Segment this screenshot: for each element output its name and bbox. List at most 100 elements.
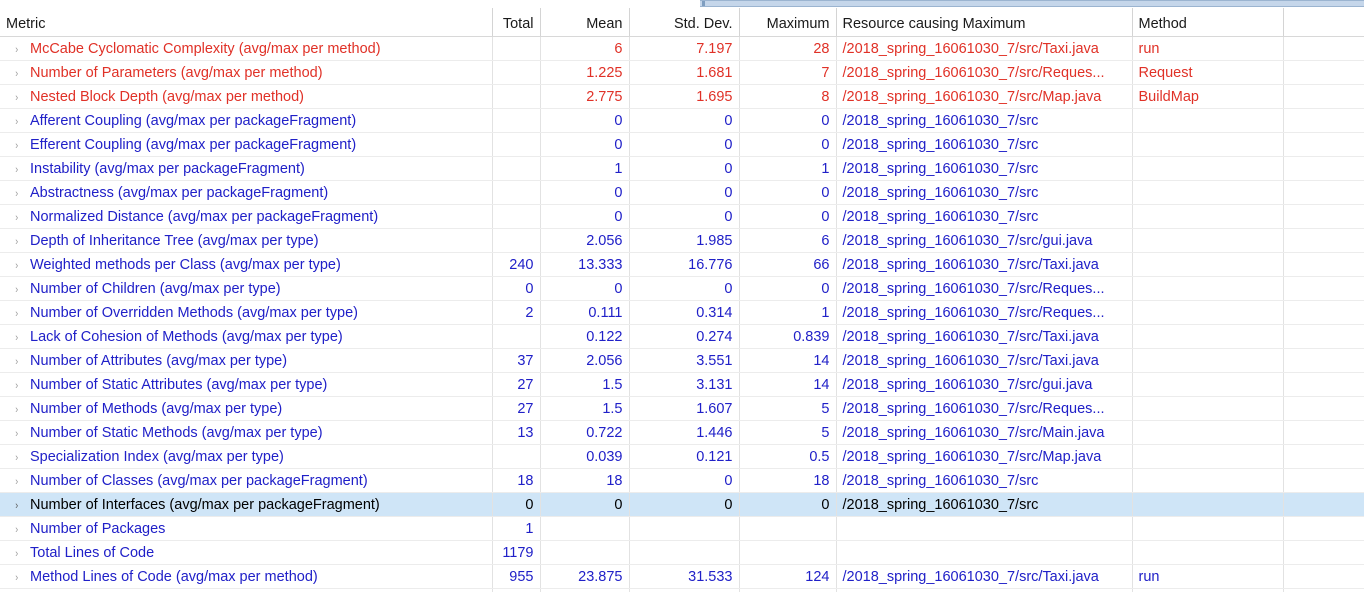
table-row[interactable]: › Number of Static Methods (avg/max per t… <box>0 420 1364 445</box>
cell-method <box>1132 492 1284 517</box>
chevron-right-icon[interactable]: › <box>15 452 25 464</box>
scrollbar-thumb[interactable] <box>702 1 705 6</box>
metric-label: Depth of Inheritance Tree (avg/max per t… <box>30 232 319 249</box>
cell-metric[interactable]: › Afferent Coupling (avg/max per packageF… <box>0 108 493 133</box>
cell-metric[interactable]: › Efferent Coupling (avg/max per packageF… <box>0 132 493 157</box>
cell-metric[interactable]: › Total Lines of Code <box>0 540 493 565</box>
cell-std-dev: 1.695 <box>629 84 740 109</box>
column-header-metric[interactable]: Metric <box>0 8 493 37</box>
chevron-right-icon[interactable]: › <box>15 524 25 536</box>
cell-metric[interactable]: › Number of Methods (avg/max per type) <box>0 396 493 421</box>
table-row[interactable]: › Number of Interfaces (avg/max per packa… <box>0 492 1364 517</box>
table-row[interactable]: › McCabe Cyclomatic Complexity (avg/max p… <box>0 36 1364 61</box>
chevron-right-icon[interactable]: › <box>15 44 25 56</box>
chevron-right-icon[interactable]: › <box>15 92 25 104</box>
table-row[interactable]: › Method Lines of Code (avg/max per metho… <box>0 564 1364 589</box>
table-row[interactable]: › Total Lines of Code 1179 <box>0 540 1364 565</box>
cell-metric[interactable]: › Instability (avg/max per packageFragmen… <box>0 156 493 181</box>
table-row[interactable]: › Depth of Inheritance Tree (avg/max per … <box>0 228 1364 253</box>
cell-maximum: 1 <box>739 300 837 325</box>
metric-label: Number of Packages <box>30 520 166 537</box>
cell-total: 27 <box>492 396 541 421</box>
chevron-right-icon[interactable]: › <box>15 428 25 440</box>
table-row[interactable]: › Efferent Coupling (avg/max per packageF… <box>0 132 1364 157</box>
column-header-maximum[interactable]: Maximum <box>739 8 837 37</box>
cell-metric[interactable]: › Specialization Index (avg/max per type) <box>0 444 493 469</box>
cell-resource: /2018_spring_16061030_7/src/Reques... <box>836 276 1133 301</box>
chevron-right-icon[interactable]: › <box>15 284 25 296</box>
cell-total: 240 <box>492 252 541 277</box>
cell-std-dev: 0 <box>629 276 740 301</box>
cell-metric[interactable]: › Number of Attributes (avg/max per type) <box>0 348 493 373</box>
cell-metric[interactable]: › Number of Static Methods (avg/max per t… <box>0 420 493 445</box>
table-row[interactable]: › Number of Classes (avg/max per packageF… <box>0 468 1364 493</box>
table-row[interactable]: › Number of Methods (avg/max per type) 27 1… <box>0 396 1364 421</box>
cell-metric[interactable]: › McCabe Cyclomatic Complexity (avg/max p… <box>0 36 493 61</box>
chevron-right-icon[interactable]: › <box>15 380 25 392</box>
cell-std-dev: 0 <box>629 156 740 181</box>
cell-empty <box>1132 588 1284 592</box>
cell-metric[interactable]: › Depth of Inheritance Tree (avg/max per … <box>0 228 493 253</box>
cell-metric[interactable]: › Number of Interfaces (avg/max per packa… <box>0 492 493 517</box>
table-row[interactable]: › Number of Parameters (avg/max per metho… <box>0 60 1364 85</box>
cell-resource: /2018_spring_16061030_7/src/Map.java <box>836 444 1133 469</box>
cell-metric[interactable]: › Number of Children (avg/max per type) <box>0 276 493 301</box>
cell-metric[interactable]: › Number of Overridden Methods (avg/max p… <box>0 300 493 325</box>
column-header-method[interactable]: Method <box>1132 8 1284 37</box>
table-body: › McCabe Cyclomatic Complexity (avg/max p… <box>0 36 1364 592</box>
cell-metric[interactable]: › Abstractness (avg/max per packageFragme… <box>0 180 493 205</box>
table-row[interactable]: › Nested Block Depth (avg/max per method)… <box>0 84 1364 109</box>
chevron-right-icon[interactable]: › <box>15 260 25 272</box>
table-row[interactable]: › Number of Attributes (avg/max per type)… <box>0 348 1364 373</box>
metric-label: Number of Classes (avg/max per packageFr… <box>30 472 368 489</box>
table-row[interactable]: › Number of Static Attributes (avg/max pe… <box>0 372 1364 397</box>
cell-total: 2 <box>492 300 541 325</box>
chevron-right-icon[interactable]: › <box>15 164 25 176</box>
table-row[interactable]: › Specialization Index (avg/max per type)… <box>0 444 1364 469</box>
cell-metric[interactable]: › Number of Static Attributes (avg/max pe… <box>0 372 493 397</box>
table-row[interactable]: › Abstractness (avg/max per packageFragme… <box>0 180 1364 205</box>
chevron-right-icon[interactable]: › <box>15 116 25 128</box>
table-row[interactable]: › Instability (avg/max per packageFragmen… <box>0 156 1364 181</box>
cell-total <box>492 204 541 229</box>
table-row[interactable]: › Number of Packages 1 <box>0 516 1364 541</box>
column-header-mean[interactable]: Mean <box>540 8 630 37</box>
chevron-right-icon[interactable]: › <box>15 476 25 488</box>
chevron-right-icon[interactable]: › <box>15 548 25 560</box>
table-row[interactable]: › Normalized Distance (avg/max per packag… <box>0 204 1364 229</box>
chevron-right-icon[interactable]: › <box>15 68 25 80</box>
cell-metric[interactable]: › Nested Block Depth (avg/max per method) <box>0 84 493 109</box>
table-row[interactable]: › Lack of Cohesion of Methods (avg/max pe… <box>0 324 1364 349</box>
chevron-right-icon[interactable]: › <box>15 404 25 416</box>
cell-mean: 0.722 <box>540 420 630 445</box>
chevron-right-icon[interactable]: › <box>15 236 25 248</box>
table-row[interactable]: › Weighted methods per Class (avg/max per… <box>0 252 1364 277</box>
horizontal-scrollbar[interactable] <box>700 0 1364 7</box>
cell-method <box>1132 252 1284 277</box>
column-header-resource[interactable]: Resource causing Maximum <box>836 8 1133 37</box>
chevron-right-icon[interactable]: › <box>15 500 25 512</box>
cell-metric[interactable]: › Weighted methods per Class (avg/max per… <box>0 252 493 277</box>
cell-pad <box>1283 252 1364 277</box>
chevron-right-icon[interactable]: › <box>15 332 25 344</box>
cell-metric[interactable]: › Number of Classes (avg/max per packageF… <box>0 468 493 493</box>
cell-std-dev: 1.985 <box>629 228 740 253</box>
cell-metric[interactable]: › Method Lines of Code (avg/max per metho… <box>0 564 493 589</box>
chevron-right-icon[interactable]: › <box>15 188 25 200</box>
column-header-std-dev[interactable]: Std. Dev. <box>629 8 740 37</box>
cell-metric[interactable]: › Normalized Distance (avg/max per packag… <box>0 204 493 229</box>
chevron-right-icon[interactable]: › <box>15 140 25 152</box>
chevron-right-icon[interactable]: › <box>15 308 25 320</box>
table-row[interactable]: › Afferent Coupling (avg/max per packageF… <box>0 108 1364 133</box>
column-header-total[interactable]: Total <box>492 8 541 37</box>
cell-metric[interactable]: › Number of Packages <box>0 516 493 541</box>
table-row[interactable]: › Number of Overridden Methods (avg/max p… <box>0 300 1364 325</box>
chevron-right-icon[interactable]: › <box>15 572 25 584</box>
cell-mean: 23.875 <box>540 564 630 589</box>
chevron-right-icon[interactable]: › <box>15 212 25 224</box>
cell-metric[interactable]: › Lack of Cohesion of Methods (avg/max pe… <box>0 324 493 349</box>
chevron-right-icon[interactable]: › <box>15 356 25 368</box>
table-row[interactable]: › Number of Children (avg/max per type) 0 0… <box>0 276 1364 301</box>
cell-metric[interactable]: › Number of Parameters (avg/max per metho… <box>0 60 493 85</box>
cell-resource <box>836 516 1133 541</box>
